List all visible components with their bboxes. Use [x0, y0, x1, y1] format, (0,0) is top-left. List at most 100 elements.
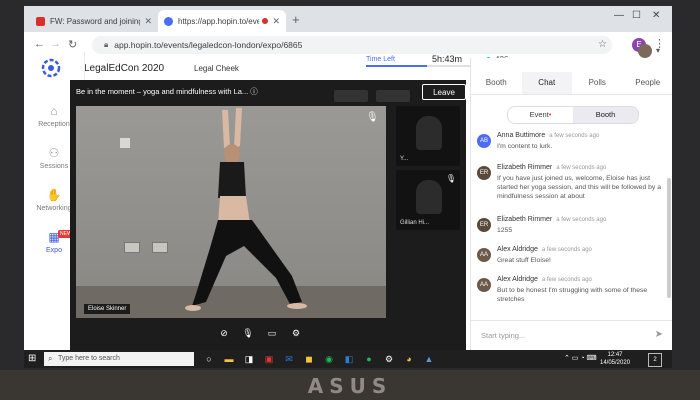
outlook-icon[interactable]: ◧ [342, 352, 356, 366]
event-title: LegalEdCon 2020 [84, 63, 165, 74]
chrome-icon[interactable]: ◕ [402, 352, 416, 366]
chat-message: AB Anna Buttimore a few seconds ago I'm c… [477, 130, 665, 162]
time-left-progress [366, 65, 476, 67]
task-view-icon[interactable]: ○ [202, 352, 216, 366]
close-icon[interactable]: ✕ [144, 16, 152, 27]
chat-message: ER Elizabeth Rimmer a few seconds ago 125… [477, 214, 665, 244]
chat-scope-toggle: Event• Booth [507, 106, 639, 124]
edge-icon[interactable]: ◉ [322, 352, 336, 366]
recording-icon [262, 18, 269, 24]
stage-title-text: Be in the moment – yoga and mindfulness … [76, 87, 249, 96]
reload-icon[interactable]: ↻ [68, 38, 77, 51]
device-brand: ASUS [307, 374, 393, 398]
sidebar-item-label: Sessions [39, 163, 69, 170]
tab-polls[interactable]: Polls [572, 72, 623, 94]
spotify-icon[interactable]: ● [362, 352, 376, 366]
stage-title: Be in the moment – yoga and mindfulness … [76, 86, 258, 97]
back-icon[interactable]: ← [34, 38, 45, 50]
message-author: Elizabeth Rimmer a few seconds ago [497, 164, 606, 171]
chat-input[interactable]: Start typing... ➤ [471, 320, 672, 351]
message-author: Alex Aldridge a few seconds ago [497, 246, 592, 253]
avatar[interactable]: AB [477, 134, 491, 148]
message-text: 1255 [497, 227, 513, 234]
system-tray-icons[interactable]: ⌃ ▭ ◔ ⌨ [564, 354, 597, 362]
notifications-icon[interactable]: 2 [648, 353, 662, 367]
stage-control[interactable] [376, 90, 410, 102]
segment-event[interactable]: Event• [508, 107, 573, 123]
message-text: Great stuff Eloise! [497, 257, 551, 264]
chat-input-placeholder: Start typing... [481, 331, 526, 340]
settings-gear-icon[interactable]: ⚙ [288, 326, 304, 340]
stage-controls: ⊘ 🎙︎ ▭ ⚙ [216, 326, 304, 340]
photos-icon[interactable]: ▲ [422, 352, 436, 366]
screen-share-icon[interactable]: ▭ [264, 326, 280, 340]
message-author: Alex Aldridge a few seconds ago [497, 276, 592, 283]
chat-message: AA Alex Aldridge a few seconds ago But to… [477, 274, 665, 310]
hopin-logo-icon[interactable] [41, 58, 61, 78]
file-explorer-icon[interactable]: ▬ [222, 352, 236, 366]
avatar[interactable]: AA [477, 248, 491, 262]
info-icon[interactable]: ⓘ [250, 87, 258, 96]
avatar-silhouette-icon [416, 116, 442, 150]
store-icon[interactable]: ◨ [242, 352, 256, 366]
mic-muted-icon[interactable]: 🎙︎ [240, 326, 256, 340]
message-time: a few seconds ago [556, 165, 607, 171]
wall-picture [120, 138, 130, 148]
maximize-icon[interactable]: ☐ [632, 10, 641, 21]
minimize-icon[interactable]: — [614, 10, 624, 21]
chevron-down-icon[interactable]: ▾ [656, 46, 660, 55]
browser-toolbar: ← → ↻ 🔒︎ app.hopin.to/events/legaledcon-… [24, 32, 672, 59]
participant-name: Y... [400, 156, 409, 162]
main-video[interactable]: Eloise Skinner 🎙︎ [76, 106, 386, 318]
author-name: Elizabeth Rimmer [497, 164, 553, 171]
mail-icon[interactable]: ✉ [282, 352, 296, 366]
sidebar-item-label: Reception [38, 121, 70, 128]
sidebar-item-label: Networking [36, 205, 72, 212]
send-icon[interactable]: ➤ [655, 329, 663, 340]
tab-title: https://app.hopin.to/events/l... [178, 16, 260, 26]
bookmark-star-icon[interactable]: ☆ [598, 39, 607, 50]
gift-icon[interactable]: ▣ [262, 352, 276, 366]
browser-tab-email[interactable]: FW: Password and joining instru... ✕ [30, 10, 158, 32]
segment-booth[interactable]: Booth [573, 107, 638, 123]
address-bar[interactable]: 🔒︎ app.hopin.to/events/legaledcon-london… [92, 36, 612, 54]
leave-button[interactable]: Leave [422, 84, 466, 100]
presenter-figure [185, 108, 307, 311]
clock-date: 14/05/2020 [600, 360, 631, 366]
user-avatar[interactable] [638, 44, 652, 58]
windows-start-icon[interactable]: ⊞ [28, 353, 40, 365]
message-text: If you have just joined us, welcome, Elo… [497, 175, 661, 200]
message-time: a few seconds ago [541, 277, 592, 283]
window-close-icon[interactable]: ✕ [652, 10, 660, 21]
taskbar-search[interactable]: ⌕ Type here to search [44, 352, 194, 366]
close-icon[interactable]: ✕ [272, 16, 280, 27]
chat-scrollbar[interactable] [667, 178, 671, 298]
url-text: app.hopin.to/events/legaledcon-london/ex… [114, 40, 303, 50]
message-text: I'm content to lurk. [497, 143, 553, 150]
settings-gear-icon[interactable]: ⚙ [382, 352, 396, 366]
forward-icon[interactable]: → [50, 38, 61, 50]
camera-off-icon[interactable]: ⊘ [216, 326, 232, 340]
new-tab-button[interactable]: + [292, 12, 300, 27]
tab-booth[interactable]: Booth [471, 72, 522, 94]
tab-chat[interactable]: Chat [521, 72, 572, 94]
participant-thumbnail[interactable]: 🎙︎ Gillian Hi... [396, 170, 460, 230]
participant-thumbnail[interactable]: Y... [396, 106, 460, 166]
author-name: Anna Buttimore [497, 132, 546, 139]
sticky-notes-icon[interactable]: ◼ [302, 352, 316, 366]
stage-control[interactable] [334, 90, 368, 102]
browser-tab-hopin[interactable]: https://app.hopin.to/events/l... ✕ [158, 10, 286, 32]
message-text: But to be honest I'm struggling with som… [497, 287, 648, 303]
message-time: a few seconds ago [541, 247, 592, 253]
message-time: a few seconds ago [556, 217, 607, 223]
author-name: Elizabeth Rimmer [497, 216, 553, 223]
wall-socket [124, 242, 140, 253]
tab-title: FW: Password and joining instru... [50, 16, 140, 26]
unread-dot-icon: • [548, 110, 552, 119]
taskbar-clock[interactable]: 12:47 14/05/2020 [600, 351, 630, 367]
avatar[interactable]: ER [477, 218, 491, 232]
avatar[interactable]: ER [477, 166, 491, 180]
avatar[interactable]: AA [477, 278, 491, 292]
tab-people[interactable]: People [623, 72, 673, 94]
gmail-icon [36, 16, 45, 26]
